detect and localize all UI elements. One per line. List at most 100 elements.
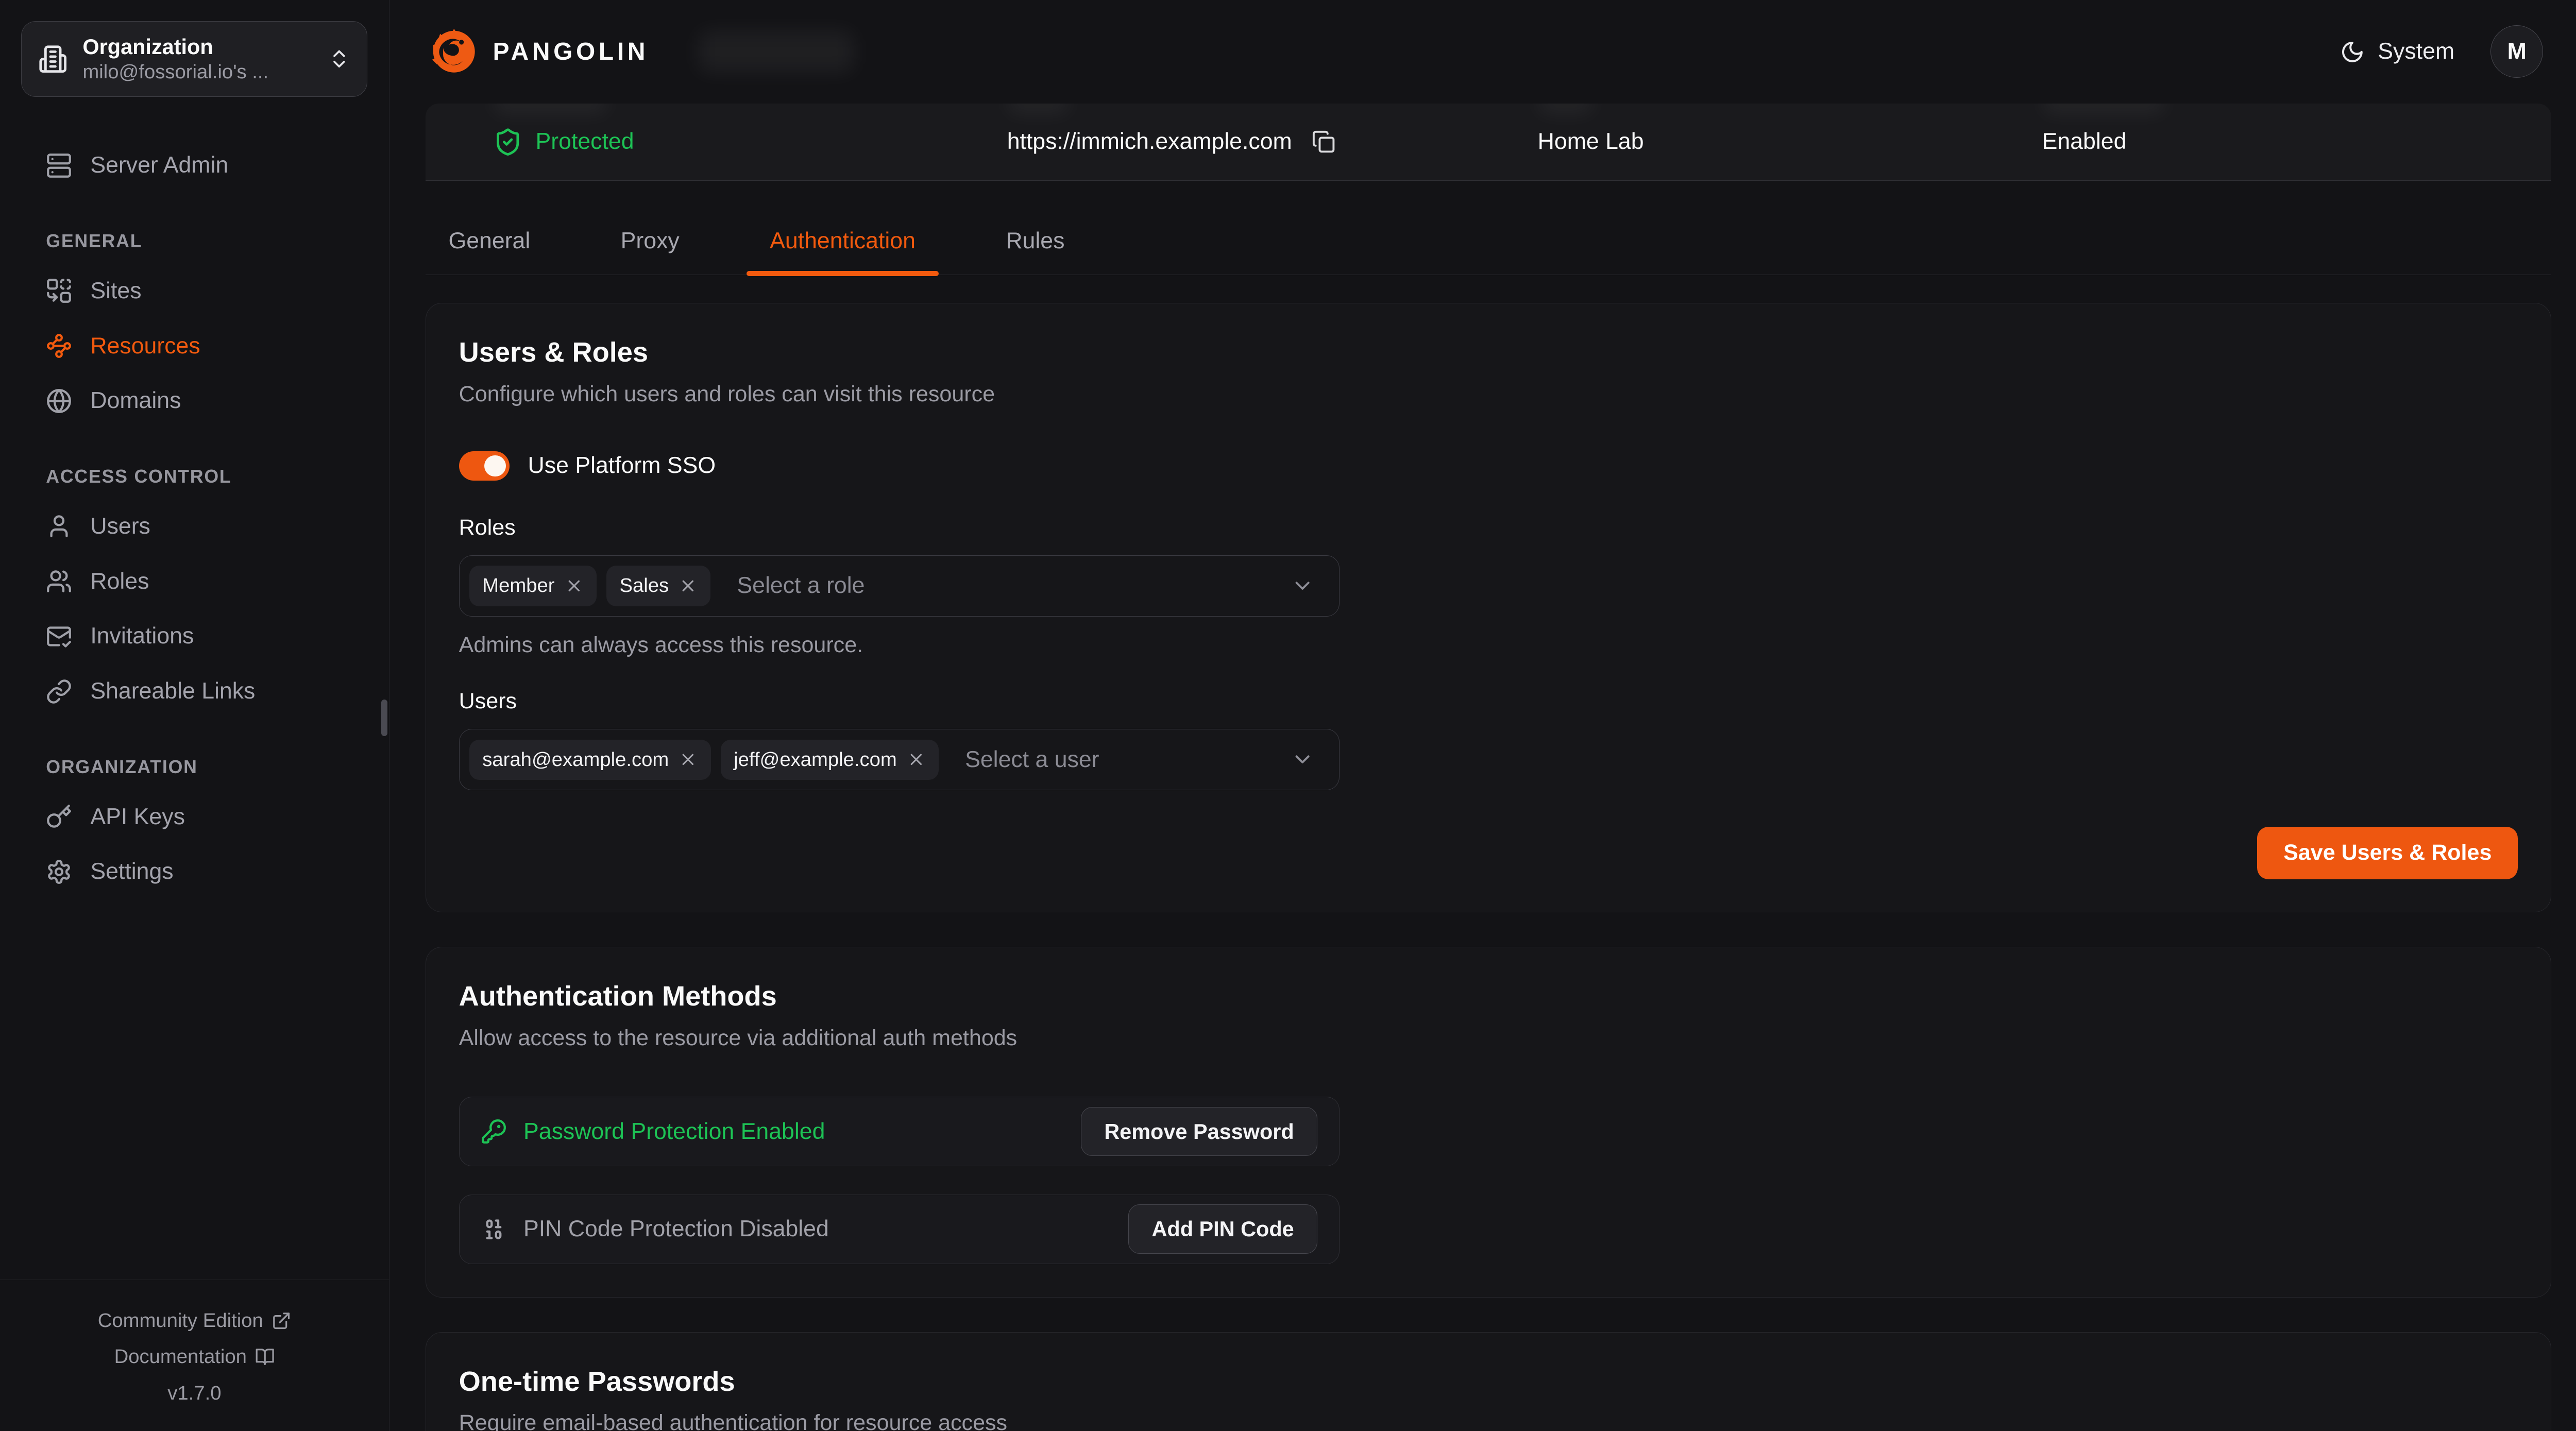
tab-authentication[interactable]: Authentication <box>747 228 938 275</box>
user-chip: jeff@example.com <box>721 740 939 780</box>
avatar-initial: M <box>2507 39 2527 64</box>
card-subtitle: Require email-based authentication for r… <box>459 1410 2518 1431</box>
tab-rules[interactable]: Rules <box>983 228 1088 275</box>
users-roles-card: Users & Roles Configure which users and … <box>426 303 2551 912</box>
resource-site: Home Lab <box>1538 104 1644 180</box>
sidebar-item-api-keys[interactable]: API Keys <box>26 789 363 844</box>
remove-password-button[interactable]: Remove Password <box>1081 1107 1318 1156</box>
user-select-placeholder: Select a user <box>965 747 1099 773</box>
tab-general[interactable]: General <box>426 228 553 275</box>
book-open-icon <box>255 1347 275 1367</box>
key-round-icon <box>481 1118 507 1145</box>
pin-status-label: PIN Code Protection Disabled <box>523 1216 829 1242</box>
otp-card: One-time Passwords Require email-based a… <box>426 1332 2551 1431</box>
resource-enabled-value: Enabled <box>2042 129 2127 155</box>
platform-sso-label: Use Platform SSO <box>528 453 716 479</box>
chip-label: Sales <box>619 574 669 597</box>
remove-chip-icon[interactable] <box>565 576 584 595</box>
sidebar-item-label: Roles <box>90 569 149 594</box>
card-subtitle: Allow access to the resource via additio… <box>459 1026 2518 1051</box>
sidebar-nav: Server Admin GENERAL Sites Resources Domains… <box>0 118 389 1280</box>
theme-toggle[interactable]: System <box>2340 39 2454 64</box>
redacted-column-label <box>1538 104 1594 113</box>
sidebar-item-users[interactable]: Users <box>26 499 363 554</box>
copy-url-button[interactable] <box>1312 130 1335 154</box>
users-multiselect[interactable]: sarah@example.com jeff@example.com Select … <box>459 729 1340 791</box>
admins-note: Admins can always access this resource. <box>459 633 2518 658</box>
chip-label: Member <box>482 574 554 597</box>
chevrons-up-down-icon <box>328 47 351 71</box>
add-pin-code-button[interactable]: Add PIN Code <box>1128 1204 1318 1254</box>
redacted-resource-name <box>698 30 854 73</box>
sidebar-item-resources[interactable]: Resources <box>26 318 363 373</box>
shield-check-icon <box>493 127 522 157</box>
sidebar-item-label: Invitations <box>90 623 194 649</box>
resource-info-bar: Protected https://immich.example.com Hom… <box>426 104 2551 181</box>
sidebar-item-roles[interactable]: Roles <box>26 554 363 609</box>
users-field-label: Users <box>459 689 2518 714</box>
sidebar-footer: Community Edition Documentation v1.7.0 <box>0 1280 389 1431</box>
role-select-placeholder: Select a role <box>737 573 865 599</box>
sidebar-item-label: Sites <box>90 278 141 304</box>
version-label: v1.7.0 <box>0 1375 389 1411</box>
redacted-column-label <box>493 104 608 113</box>
nav-section-heading: GENERAL <box>26 231 363 252</box>
redacted-column-label <box>1007 104 1070 113</box>
org-switcher[interactable]: Organization milo@fossorial.io's ... <box>21 21 367 97</box>
sidebar: Organization milo@fossorial.io's ... Ser… <box>0 0 389 1431</box>
sidebar-item-domains[interactable]: Domains <box>26 373 363 429</box>
chevron-down-icon <box>1291 574 1314 598</box>
resource-url: https://immich.example.com <box>1007 104 1336 180</box>
user-icon <box>46 513 72 539</box>
external-link-icon <box>272 1311 291 1331</box>
user-chip: sarah@example.com <box>469 740 711 780</box>
tab-proxy[interactable]: Proxy <box>598 228 702 275</box>
sidebar-item-label: Resources <box>90 333 200 359</box>
chevron-down-icon <box>1291 747 1314 771</box>
roles-multiselect[interactable]: Member Sales Select a role <box>459 555 1340 617</box>
resource-url-value: https://immich.example.com <box>1007 129 1292 155</box>
password-status-label: Password Protection Enabled <box>523 1119 825 1145</box>
sidebar-item-shareable-links[interactable]: Shareable Links <box>26 664 363 719</box>
resource-enabled: Enabled <box>2042 104 2127 180</box>
documentation-link[interactable]: Documentation <box>114 1339 275 1375</box>
content: Protected https://immich.example.com Hom… <box>389 104 2576 1431</box>
remove-chip-icon[interactable] <box>679 576 698 595</box>
card-title: One-time Passwords <box>459 1366 2518 1398</box>
resource-tabs: General Proxy Authentication Rules <box>426 228 2551 275</box>
role-chip: Member <box>469 566 597 606</box>
app-window: Organization milo@fossorial.io's ... Ser… <box>0 0 2576 1431</box>
save-users-roles-button[interactable]: Save Users & Roles <box>2257 827 2518 879</box>
remove-chip-icon[interactable] <box>679 750 698 769</box>
toggle-knob <box>484 455 505 476</box>
resource-status-value: Protected <box>536 129 634 155</box>
sidebar-item-label: API Keys <box>90 804 185 830</box>
server-icon <box>46 152 72 179</box>
pin-protection-row: PIN Code Protection Disabled Add PIN Cod… <box>459 1195 1340 1265</box>
brand: PANGOLIN <box>430 28 649 75</box>
remove-chip-icon[interactable] <box>907 750 926 769</box>
main-area: PANGOLIN System M Protected <box>389 0 2576 1431</box>
building-icon <box>38 44 67 74</box>
chip-label: sarah@example.com <box>482 748 669 771</box>
sidebar-item-label: Settings <box>90 859 173 884</box>
pangolin-logo-icon <box>430 28 478 75</box>
platform-sso-toggle[interactable] <box>459 451 510 481</box>
sidebar-item-invitations[interactable]: Invitations <box>26 609 363 664</box>
link-icon <box>46 678 72 705</box>
sidebar-item-server-admin[interactable]: Server Admin <box>26 138 363 193</box>
card-subtitle: Configure which users and roles can visi… <box>459 382 2518 407</box>
community-edition-link[interactable]: Community Edition <box>98 1303 291 1339</box>
auth-methods-card: Authentication Methods Allow access to t… <box>426 947 2551 1298</box>
top-bar: PANGOLIN System M <box>389 0 2576 104</box>
key-icon <box>46 804 72 830</box>
card-title: Authentication Methods <box>459 980 2518 1012</box>
sidebar-item-sites[interactable]: Sites <box>26 263 363 318</box>
sidebar-scrollbar[interactable] <box>381 700 387 736</box>
resource-site-value: Home Lab <box>1538 129 1644 155</box>
binary-icon <box>481 1216 507 1242</box>
sidebar-item-settings[interactable]: Settings <box>26 844 363 899</box>
avatar[interactable]: M <box>2490 25 2543 78</box>
sidebar-item-label: Domains <box>90 388 181 414</box>
roles-field-label: Roles <box>459 515 2518 540</box>
